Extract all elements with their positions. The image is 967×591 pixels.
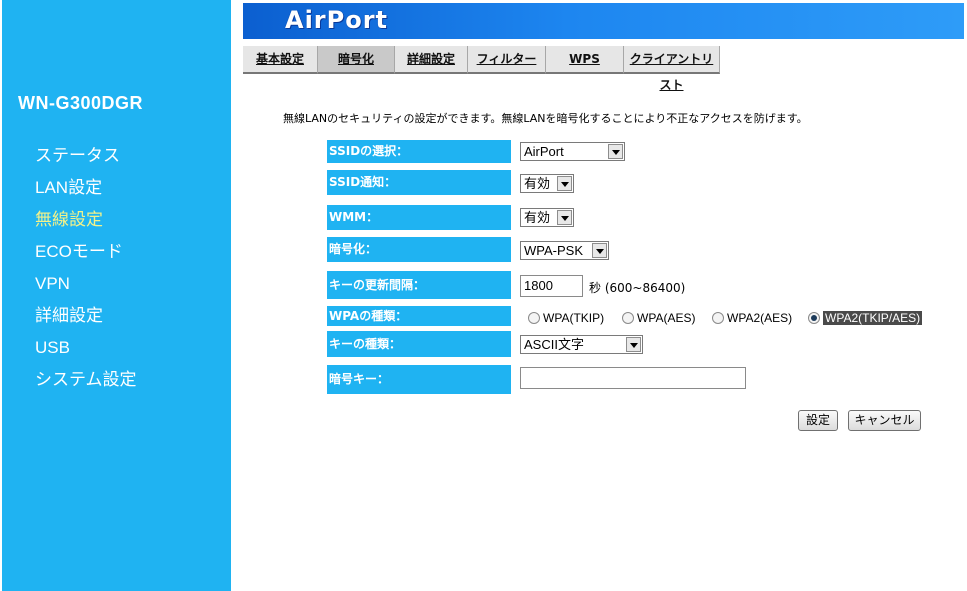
sidebar-item-status[interactable]: ステータス xyxy=(35,144,137,176)
radio-wpa2-aes[interactable]: WPA2(AES) xyxy=(712,311,792,327)
tab-encryption[interactable]: 暗号化 xyxy=(318,46,395,74)
encryption-value: WPA-PSK xyxy=(524,243,583,258)
save-button[interactable]: 設定 xyxy=(798,410,838,431)
wpa-type-label: WPAの種類： xyxy=(327,306,511,326)
tab-advanced[interactable]: 詳細設定 xyxy=(395,46,468,74)
chevron-down-icon xyxy=(557,176,572,191)
airport-logo: AirPort xyxy=(285,6,389,34)
header-banner: AirPort xyxy=(243,3,964,39)
radio-wpa2-tkip-aes[interactable]: WPA2(TKIP/AES) xyxy=(808,311,923,327)
wmm-select[interactable]: 有効 xyxy=(520,208,574,227)
ssid-broadcast-select[interactable]: 有効 xyxy=(520,174,574,193)
key-type-label: キーの種類： xyxy=(327,331,511,357)
sidebar-item-vpn[interactable]: VPN xyxy=(35,272,137,304)
encryption-select[interactable]: WPA-PSK xyxy=(520,241,609,260)
sidebar-item-wireless[interactable]: 無線設定 xyxy=(35,208,137,240)
cancel-button[interactable]: キャンセル xyxy=(848,410,921,431)
radio-button-icon xyxy=(622,312,634,324)
radio-button-icon xyxy=(808,312,820,324)
tab-basic[interactable]: 基本設定 xyxy=(243,46,318,74)
passphrase-input[interactable] xyxy=(520,367,746,389)
key-interval-range: 秒 (600~86400) xyxy=(589,281,686,295)
ssid-select[interactable]: AirPort xyxy=(520,142,625,161)
page-description: 無線LANのセキュリティの設定ができます。無線LANを暗号化することにより不正な… xyxy=(283,112,808,125)
key-interval-label: キーの更新間隔： xyxy=(327,271,511,299)
sidebar: WN-G300DGR ステータス LAN設定 無線設定 ECOモード VPN 詳… xyxy=(2,0,231,591)
tab-filter[interactable]: フィルター xyxy=(468,46,546,74)
sidebar-item-eco[interactable]: ECOモード xyxy=(35,240,137,272)
radio-label: WPA2(AES) xyxy=(727,311,793,325)
radio-wpa-tkip[interactable]: WPA(TKIP) xyxy=(528,311,604,327)
key-type-select[interactable]: ASCII文字 xyxy=(520,335,643,354)
tab-bar: 基本設定 暗号化 詳細設定 フィルター WPS クライアントリスト xyxy=(243,46,720,92)
key-type-value: ASCII文字 xyxy=(524,337,584,352)
radio-button-icon xyxy=(712,312,724,324)
wmm-value: 有効 xyxy=(524,210,551,225)
radio-label: WPA(AES) xyxy=(637,311,696,325)
radio-wpa-aes[interactable]: WPA(AES) xyxy=(622,311,695,327)
ssid-broadcast-label: SSID通知： xyxy=(327,170,511,195)
sidebar-menu: ステータス LAN設定 無線設定 ECOモード VPN 詳細設定 USB システ… xyxy=(35,144,137,400)
sidebar-item-advanced[interactable]: 詳細設定 xyxy=(35,304,137,336)
tab-wps[interactable]: WPS xyxy=(546,46,624,74)
sidebar-item-system[interactable]: システム設定 xyxy=(35,368,137,400)
ssid-select-value: AirPort xyxy=(524,144,564,159)
ssid-broadcast-value: 有効 xyxy=(524,176,551,191)
sidebar-item-lan[interactable]: LAN設定 xyxy=(35,176,137,208)
key-interval-input[interactable]: 1800 xyxy=(520,275,583,297)
chevron-down-icon xyxy=(592,243,607,258)
encryption-label: 暗号化： xyxy=(327,237,511,262)
radio-label: WPA2(TKIP/AES) xyxy=(823,311,923,325)
radio-button-icon xyxy=(528,312,540,324)
device-model: WN-G300DGR xyxy=(18,93,144,113)
radio-label: WPA(TKIP) xyxy=(543,311,605,325)
chevron-down-icon xyxy=(608,144,623,159)
ssid-select-label: SSIDの選択： xyxy=(327,140,511,163)
sidebar-item-usb[interactable]: USB xyxy=(35,336,137,368)
wmm-label: WMM： xyxy=(327,205,511,230)
tab-client-list[interactable]: クライアントリスト xyxy=(624,46,720,92)
passphrase-label: 暗号キー： xyxy=(327,365,511,394)
chevron-down-icon xyxy=(626,337,641,352)
chevron-down-icon xyxy=(557,210,572,225)
